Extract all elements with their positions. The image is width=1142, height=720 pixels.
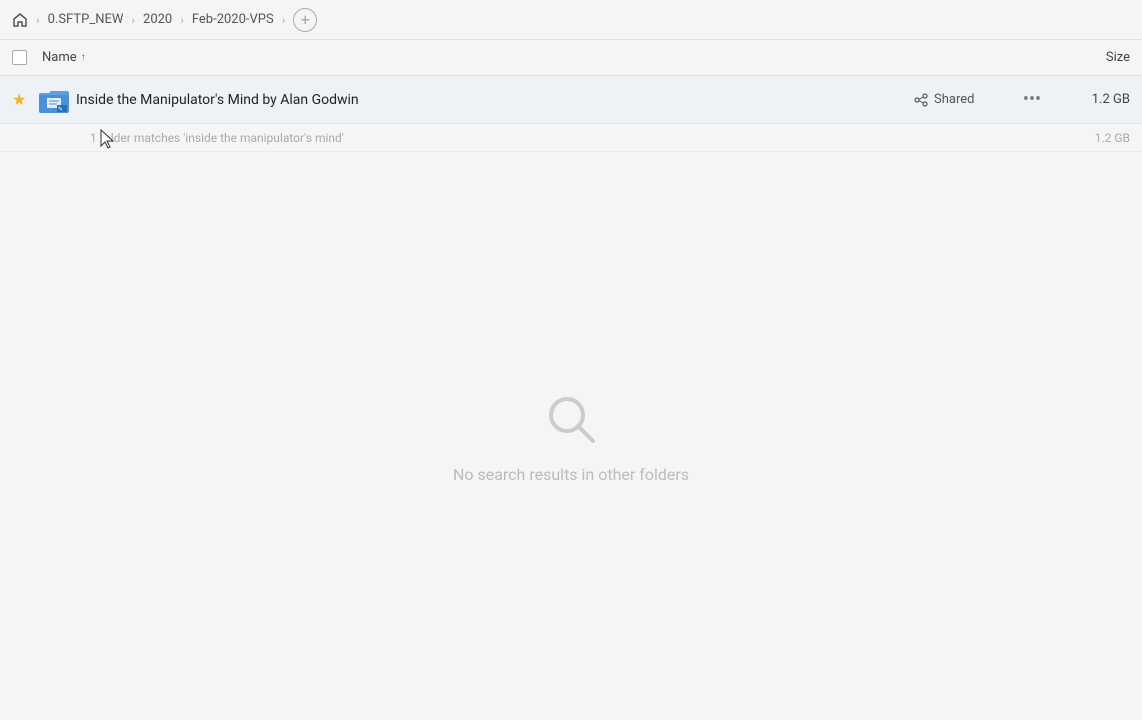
separator-2: ›	[131, 13, 135, 27]
file-row[interactable]: ★ ✎ Inside the Manipulator's Mind by Ala…	[0, 76, 1142, 124]
name-label: Name	[42, 50, 77, 65]
more-options-button[interactable]: •••	[1014, 89, 1050, 110]
match-row: 1 folder matches 'inside the manipulator…	[0, 124, 1142, 152]
folder-icon: ✎	[39, 87, 69, 113]
file-name: Inside the Manipulator's Mind by Alan Go…	[72, 92, 914, 108]
shared-label: Shared	[934, 92, 974, 107]
breadcrumb-item-feb[interactable]: Feb-2020-VPS	[188, 10, 278, 29]
name-column-header[interactable]: Name ↑	[42, 50, 1050, 65]
star-icon[interactable]: ★	[12, 90, 36, 109]
separator-4: ›	[282, 13, 286, 27]
match-size: 1.2 GB	[1095, 131, 1130, 145]
svg-text:✎: ✎	[58, 106, 63, 113]
breadcrumb-item-sftp[interactable]: 0.SFTP_NEW	[44, 10, 128, 29]
select-all-checkbox[interactable]	[12, 50, 27, 65]
sort-arrow: ↑	[81, 52, 86, 63]
separator-3: ›	[180, 13, 184, 27]
share-icon	[914, 93, 928, 107]
no-results-area: No search results in other folders	[0, 152, 1142, 720]
no-results-text: No search results in other folders	[453, 465, 689, 484]
breadcrumb-bar: › 0.SFTP_NEW › 2020 › Feb-2020-VPS › +	[0, 0, 1142, 40]
add-breadcrumb-button[interactable]: +	[293, 8, 317, 32]
match-text: 1 folder matches 'inside the manipulator…	[90, 131, 1095, 145]
folder-icon-col: ✎	[36, 87, 72, 113]
size-column-header: Size	[1050, 50, 1130, 65]
header-checkbox-col	[12, 50, 42, 65]
column-headers: Name ↑ Size	[0, 40, 1142, 76]
separator-1: ›	[36, 13, 40, 27]
no-results-search-icon	[541, 389, 601, 453]
shared-col: Shared	[914, 92, 1014, 107]
breadcrumb-item-2020[interactable]: 2020	[139, 10, 176, 29]
home-button[interactable]	[12, 12, 28, 28]
file-size: 1.2 GB	[1050, 92, 1130, 107]
